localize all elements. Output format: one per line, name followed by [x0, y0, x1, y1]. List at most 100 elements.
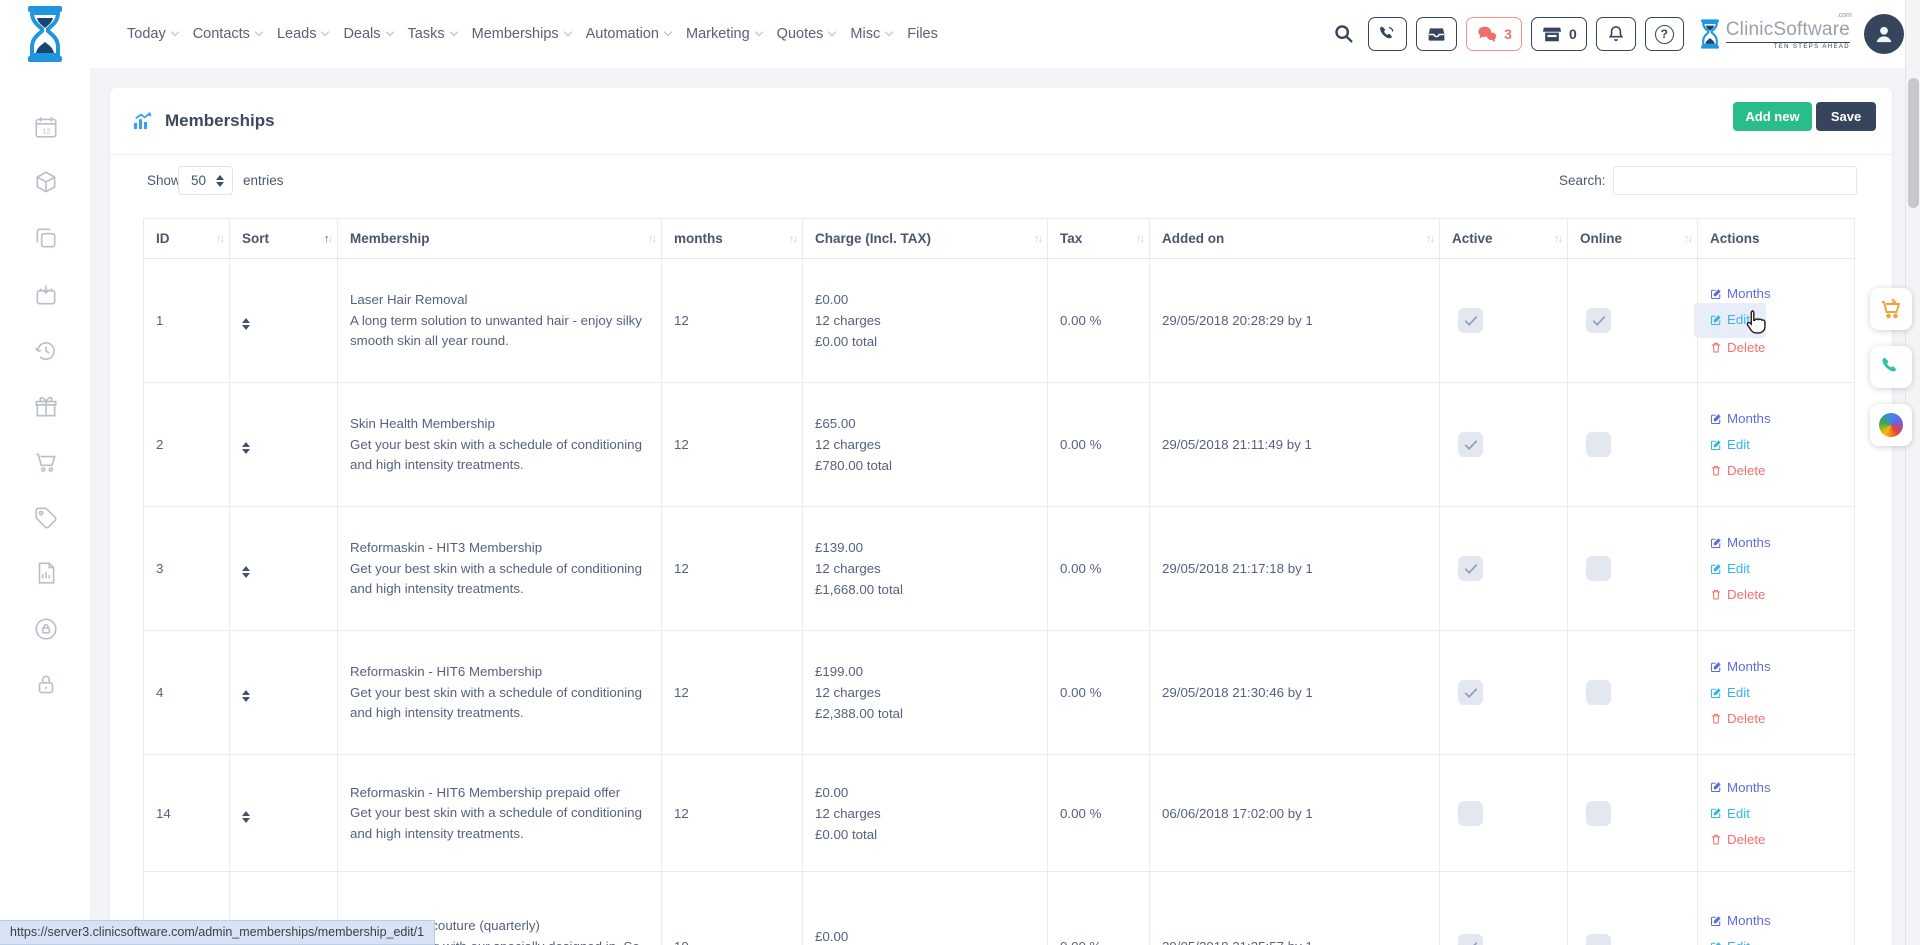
edit-link[interactable]: Edit: [1710, 685, 1750, 700]
edit-link[interactable]: Edit: [1710, 437, 1750, 452]
months-link[interactable]: Months: [1710, 913, 1771, 928]
floating-cart-button[interactable]: [1870, 288, 1912, 330]
col-header-online[interactable]: Online: [1568, 219, 1698, 259]
delete-link[interactable]: Delete: [1710, 340, 1765, 355]
copy-icon[interactable]: [33, 225, 59, 251]
col-header-sort[interactable]: Sort: [230, 219, 338, 259]
nav-marketing[interactable]: Marketing: [684, 22, 764, 46]
package-icon[interactable]: [33, 169, 59, 195]
membership-description: A long term solution to unwanted hair - …: [350, 311, 651, 352]
price-tag-icon[interactable]: [33, 505, 59, 531]
months-link[interactable]: Months: [1710, 780, 1771, 795]
col-header-tax[interactable]: Tax: [1048, 219, 1150, 259]
online-checkbox[interactable]: [1586, 801, 1611, 826]
gift-icon[interactable]: [33, 394, 59, 420]
online-checkbox[interactable]: [1586, 556, 1611, 581]
vertical-scrollbar[interactable]: [1905, 0, 1920, 945]
active-checkbox[interactable]: [1458, 934, 1483, 945]
cash-register-icon: [1541, 24, 1563, 44]
phone-button[interactable]: [1368, 17, 1407, 51]
chart-growth-icon: [132, 111, 154, 131]
active-checkbox[interactable]: [1458, 308, 1483, 333]
calendar-download-icon[interactable]: [33, 282, 59, 308]
sort-handle-icon[interactable]: [242, 690, 250, 702]
edit-link[interactable]: Edit: [1710, 939, 1750, 945]
nav-tasks[interactable]: Tasks: [406, 22, 459, 46]
save-button[interactable]: Save: [1816, 102, 1876, 131]
col-header-membership[interactable]: Membership: [338, 219, 662, 259]
online-checkbox[interactable]: [1586, 934, 1611, 945]
search-icon[interactable]: [1333, 23, 1355, 45]
delete-link[interactable]: Delete: [1710, 587, 1765, 602]
chevron-down-icon: [170, 28, 178, 36]
inbox-icon: [1426, 24, 1447, 45]
edit-link[interactable]: Edit: [1710, 561, 1750, 576]
nav-quotes[interactable]: Quotes: [775, 22, 838, 46]
online-checkbox[interactable]: [1586, 308, 1611, 333]
col-header-charge[interactable]: Charge (Incl. TAX): [803, 219, 1048, 259]
nav-automation[interactable]: Automation: [584, 22, 673, 46]
report-icon[interactable]: [33, 560, 59, 586]
floating-phone-button[interactable]: [1870, 346, 1912, 388]
cell-tax: 0.00 %: [1048, 383, 1150, 507]
nav-misc[interactable]: Misc: [848, 22, 894, 46]
cart-icon[interactable]: [33, 449, 59, 475]
edit-note-icon: [1710, 314, 1722, 326]
edit-link[interactable]: Edit: [1710, 312, 1750, 327]
active-checkbox[interactable]: [1458, 680, 1483, 705]
sort-handle-icon[interactable]: [242, 811, 250, 823]
delete-link[interactable]: Delete: [1710, 711, 1765, 726]
table-row: 3 Reformaskin - HIT3 MembershipGet your …: [144, 507, 1855, 631]
sort-handle-icon[interactable]: [242, 442, 250, 454]
calendar-icon[interactable]: 12: [33, 114, 59, 140]
chevron-down-icon: [449, 28, 457, 36]
user-avatar[interactable]: [1864, 14, 1904, 54]
col-header-id[interactable]: ID: [144, 219, 230, 259]
sort-icon: [1554, 233, 1561, 245]
notifications-button[interactable]: [1596, 17, 1636, 51]
months-link[interactable]: Months: [1710, 659, 1771, 674]
clinicsoftware-hourglass-logo[interactable]: [22, 5, 68, 63]
nav-today[interactable]: Today: [125, 22, 180, 46]
cell-months: 12: [662, 631, 803, 755]
nav-memberships[interactable]: Memberships: [470, 22, 573, 46]
active-checkbox[interactable]: [1458, 801, 1483, 826]
nav-files[interactable]: Files: [905, 22, 940, 46]
sort-handle-icon[interactable]: [242, 318, 250, 330]
nav-deals[interactable]: Deals: [341, 22, 394, 46]
months-link[interactable]: Months: [1710, 286, 1771, 301]
scrollbar-thumb[interactable]: [1908, 78, 1919, 208]
add-new-button[interactable]: Add new: [1733, 102, 1812, 131]
lock-icon[interactable]: [33, 672, 59, 698]
cell-added-on: 29/05/2018 21:11:49 by 1: [1150, 383, 1440, 507]
clinicsoftware-brand-logo[interactable]: ClinicSoftware .com TEN STEPS AHEAD: [1698, 18, 1850, 50]
search-input[interactable]: [1613, 166, 1857, 195]
sort-handle-icon[interactable]: [242, 566, 250, 578]
nav-leads[interactable]: Leads: [275, 22, 331, 46]
months-link[interactable]: Months: [1710, 535, 1771, 550]
col-header-active[interactable]: Active: [1440, 219, 1568, 259]
page-size-select[interactable]: 50: [178, 166, 233, 195]
nav-leads-label: Leads: [277, 26, 317, 42]
floating-sphere-button[interactable]: [1870, 404, 1912, 446]
delete-link[interactable]: Delete: [1710, 463, 1765, 478]
col-header-months[interactable]: months: [662, 219, 803, 259]
inbox-button[interactable]: [1416, 17, 1457, 51]
delete-link[interactable]: Delete: [1710, 832, 1765, 847]
entries-label: entries: [243, 173, 284, 188]
memberships-table: ID Sort Membership months Charge (Incl. …: [143, 218, 1855, 945]
user-lock-icon[interactable]: [33, 616, 59, 642]
history-icon[interactable]: [33, 338, 59, 364]
nav-contacts[interactable]: Contacts: [191, 22, 264, 46]
col-header-added-on[interactable]: Added on: [1150, 219, 1440, 259]
register-button[interactable]: 0: [1531, 17, 1587, 51]
active-checkbox[interactable]: [1458, 432, 1483, 457]
online-checkbox[interactable]: [1586, 680, 1611, 705]
months-link[interactable]: Months: [1710, 411, 1771, 426]
help-button[interactable]: [1645, 17, 1684, 51]
chat-notifications-button[interactable]: 3: [1466, 17, 1522, 51]
cell-tax: 0.00 %: [1048, 755, 1150, 872]
active-checkbox[interactable]: [1458, 556, 1483, 581]
edit-link[interactable]: Edit: [1710, 806, 1750, 821]
online-checkbox[interactable]: [1586, 432, 1611, 457]
